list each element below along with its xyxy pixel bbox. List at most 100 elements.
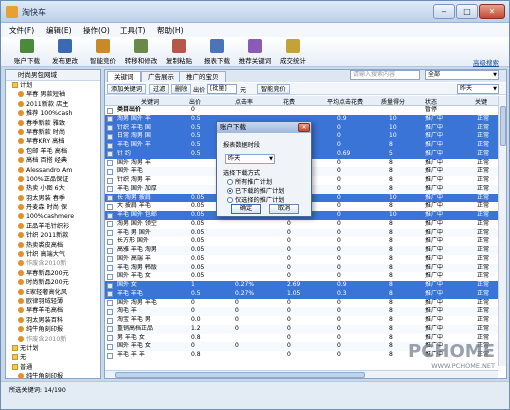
table-row[interactable]: 羊毛 羊毛 0.5 0.27% 1.05 0.3 8 推广中 正常 xyxy=(105,289,498,299)
col-keyword[interactable]: 关键词 xyxy=(141,97,159,106)
account-download-button[interactable]: 账户下载 xyxy=(7,39,47,66)
maximize-button[interactable]: □ xyxy=(456,4,478,19)
col-cpc[interactable]: 平均点击花费 xyxy=(327,97,363,106)
tree-root[interactable]: 时尚男包网域 xyxy=(6,70,100,81)
keyword-button[interactable]: 推荐关键词 xyxy=(235,39,275,66)
option-downloaded-plans[interactable]: 已下载的推广计划 xyxy=(227,186,285,195)
tree-folder[interactable]: 无计划 xyxy=(6,344,100,353)
cancel-button[interactable]: 取消 xyxy=(269,204,299,214)
tab-items[interactable]: 推广的宝贝 xyxy=(179,71,226,82)
row-checkbox[interactable] xyxy=(107,247,113,254)
tree-item[interactable]: 热卖裘皮高档 xyxy=(6,241,100,250)
row-checkbox[interactable] xyxy=(107,265,113,271)
col-bid[interactable]: 出价 xyxy=(189,97,201,106)
tree-item[interactable]: 羽太男装 春季 xyxy=(6,194,100,203)
filter-select[interactable]: 全部 ▼ xyxy=(425,70,499,80)
row-checkbox[interactable] xyxy=(107,195,113,201)
tree-item[interactable]: 正品羊毛针织衫 xyxy=(6,222,100,231)
tree-item[interactable]: E家轻奢高化风 xyxy=(6,288,100,297)
row-checkbox[interactable] xyxy=(107,151,113,158)
tab-ads[interactable]: 广告展示 xyxy=(141,71,181,82)
close-button[interactable]: ✕ xyxy=(479,4,505,19)
row-checkbox[interactable] xyxy=(107,308,113,315)
table-row[interactable]: 国外 淘男 羊毛 0 0 0 0 8 推广中 正常 xyxy=(105,299,498,308)
tree-item[interactable]: 时尚新品200元 xyxy=(6,278,100,287)
tree-item[interactable]: 早春KRY 高档 xyxy=(6,137,100,146)
table-row[interactable]: 羊毛 淘男 韩版 0.05 0 0 8 推广中 正常 xyxy=(105,263,498,273)
table-row[interactable]: 长方形 国外 0.05 0 0 8 推广中 正常 xyxy=(105,237,498,246)
table-row[interactable]: 国外 羊毛 女 0.05 0 0 8 推广中 正常 xyxy=(105,272,498,281)
row-checkbox[interactable] xyxy=(107,212,113,219)
table-row[interactable]: 羊毛 男 国外 0.05 0 0 8 推广中 正常 xyxy=(105,228,498,238)
row-checkbox[interactable] xyxy=(107,168,113,175)
tree-item[interactable]: 早春新品200元 xyxy=(6,269,100,278)
tree-folder[interactable]: 无 xyxy=(6,353,100,362)
row-checkbox[interactable] xyxy=(107,238,113,245)
tree-item[interactable]: 春季新款 雅致 xyxy=(6,119,100,128)
tree-item[interactable]: 纯牛角刻印报 xyxy=(6,325,100,334)
menu-operate[interactable]: 操作(O) xyxy=(83,25,110,36)
tree-item[interactable]: 作废含2010新 xyxy=(6,259,100,268)
row-checkbox[interactable] xyxy=(107,116,113,123)
tree-item[interactable]: 丹麦森 时尚 保 xyxy=(6,203,100,212)
table-row[interactable]: 重销高档正品 1.2 0 0 0 8 推广中 正常 xyxy=(105,324,498,334)
tree-item[interactable]: 早春新款 时尚 xyxy=(6,128,100,137)
row-checkbox[interactable] xyxy=(107,133,113,140)
range-select[interactable]: 昨天 ▼ xyxy=(225,154,275,164)
row-checkbox[interactable] xyxy=(107,291,113,298)
scroll-thumb[interactable] xyxy=(500,106,506,146)
row-checkbox[interactable] xyxy=(107,273,113,280)
tree-item[interactable]: 针织 2011新款 xyxy=(6,231,100,240)
filter-button[interactable]: 过滤 xyxy=(149,84,170,94)
menu-tools[interactable]: 工具(T) xyxy=(120,25,145,36)
row-checkbox[interactable] xyxy=(107,177,113,184)
tree-item[interactable]: Alessandro Am xyxy=(6,166,100,175)
table-row[interactable]: 国外 高端 羊 0.05 0 0 8 推广中 正常 xyxy=(105,255,498,264)
add-keyword-button[interactable]: 添加关键词 xyxy=(107,84,146,94)
publish-button[interactable]: 发布更改 xyxy=(45,39,85,66)
tree-item[interactable]: 100%cashmere xyxy=(6,212,100,221)
stats-button[interactable]: 成交统计 xyxy=(273,39,313,66)
row-checkbox[interactable] xyxy=(107,335,113,341)
advanced-search-link[interactable]: 高级搜索 xyxy=(473,57,499,67)
scroll-thumb[interactable] xyxy=(115,372,365,378)
col-quality[interactable]: 质量得分 xyxy=(381,97,405,106)
row-checkbox[interactable] xyxy=(107,203,113,210)
row-checkbox[interactable] xyxy=(107,142,113,149)
smart-bid-button[interactable]: 智能竞价 xyxy=(83,39,123,66)
table-row[interactable]: 国外 女 1 0.27% 2.69 0.9 8 推广中 正常 xyxy=(105,281,498,290)
tree-item[interactable]: 高档 百搭 经典 xyxy=(6,156,100,165)
tree-item[interactable]: 包邮 羊毛 高档 xyxy=(6,147,100,156)
col-status[interactable]: 状态 xyxy=(425,97,437,106)
row-checkbox[interactable] xyxy=(107,125,113,131)
bid-input[interactable]: [批量] xyxy=(207,84,237,94)
row-checkbox[interactable] xyxy=(107,256,113,263)
menu-help[interactable]: 帮助(H) xyxy=(157,25,184,36)
tree-item[interactable]: 早春羊毛高档 xyxy=(6,306,100,315)
search-input[interactable]: 请输入搜索内容 xyxy=(350,70,420,80)
vertical-scrollbar[interactable] xyxy=(498,96,506,366)
minimize-button[interactable]: ‒ xyxy=(433,4,455,19)
tree-item[interactable]: 针织 高端大气 xyxy=(6,250,100,259)
tree-item[interactable]: 羽太男装百科 xyxy=(6,316,100,325)
table-row[interactable]: 淘宝 羊毛 男 0.0 0 0 0 8 推广中 正常 xyxy=(105,316,498,325)
row-checkbox[interactable] xyxy=(107,282,113,289)
row-checkbox[interactable] xyxy=(107,300,113,306)
dialog-close-button[interactable]: ✕ xyxy=(298,123,310,132)
col-cost[interactable]: 花费 xyxy=(283,97,295,106)
row-checkbox[interactable] xyxy=(107,230,113,236)
menu-file[interactable]: 文件(F) xyxy=(9,25,34,36)
report-download-button[interactable]: 报表下载 xyxy=(197,39,237,66)
menu-edit[interactable]: 编辑(E) xyxy=(46,25,72,36)
col-extra[interactable]: 关键 xyxy=(475,97,487,106)
tree-item[interactable]: 热卖 小图 6大 xyxy=(6,184,100,193)
col-ctr[interactable]: 点击率 xyxy=(235,97,253,106)
tree-item[interactable]: 推荐 100%cash xyxy=(6,109,100,118)
smart-bid-sub-button[interactable]: 智能竞价 xyxy=(257,84,290,94)
row-checkbox[interactable] xyxy=(107,317,113,324)
row-checkbox[interactable] xyxy=(107,343,113,350)
row-checkbox[interactable] xyxy=(107,326,113,333)
tree-item[interactable]: 100%正品保证 xyxy=(6,175,100,184)
copy-paste-button[interactable]: 复制粘贴 xyxy=(159,39,199,66)
row-checkbox[interactable] xyxy=(107,221,113,228)
